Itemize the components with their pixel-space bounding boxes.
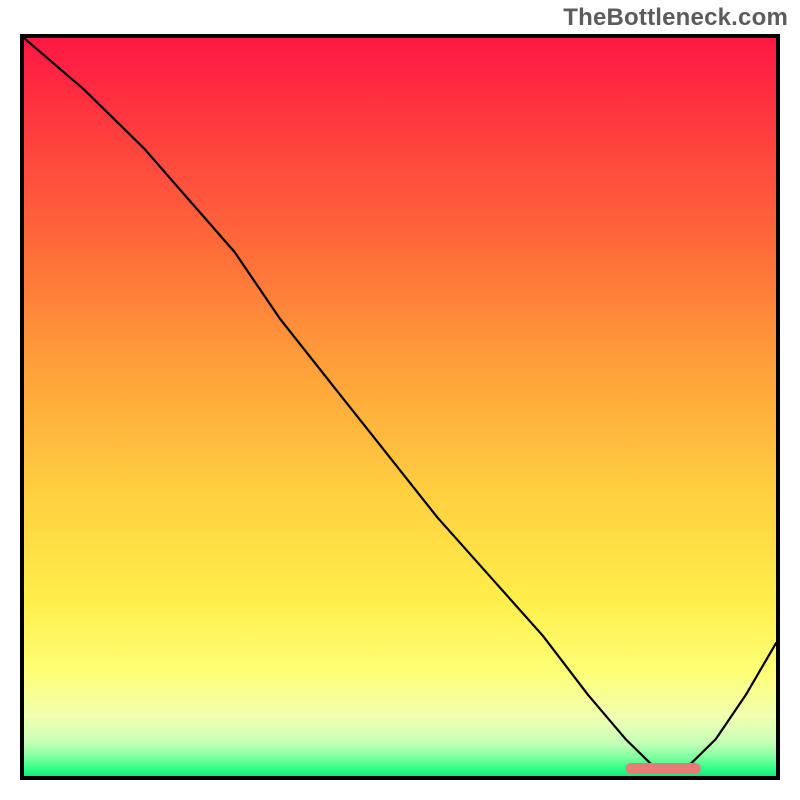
gradient-background xyxy=(24,38,776,776)
optimal-marker xyxy=(626,763,701,774)
watermark-text: TheBottleneck.com xyxy=(563,4,788,32)
plot-frame xyxy=(20,34,780,780)
chart-container: TheBottleneck.com xyxy=(0,0,800,800)
chart-svg xyxy=(24,38,776,776)
